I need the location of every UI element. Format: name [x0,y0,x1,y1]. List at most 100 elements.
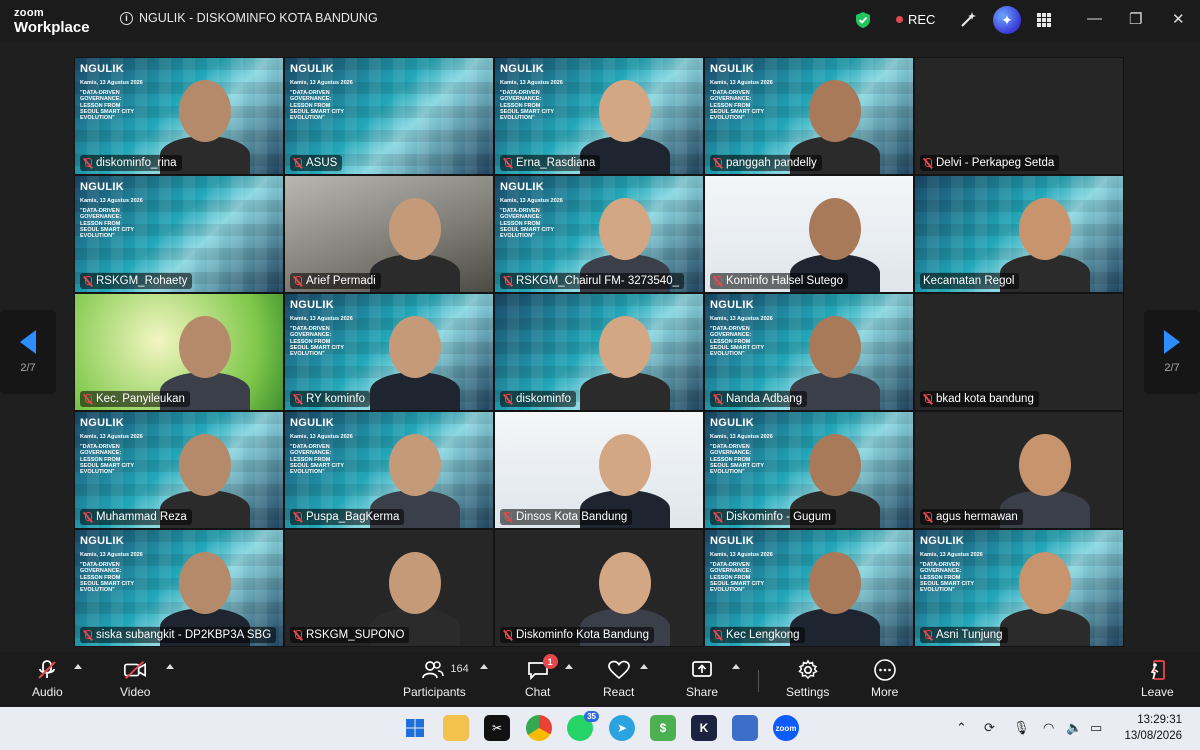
mic-muted-icon [293,511,302,523]
leave-label: Leave [1141,685,1174,699]
participant-tile[interactable]: NGULIK Kamis, 13 Agustus 2026 "DATA-DRIVEN… [704,57,914,175]
slide-brand: NGULIK [710,535,754,547]
participant-tile[interactable]: NGULIK Kamis, 13 Agustus 2026 "DATA-DRIVEN… [284,411,494,529]
participant-tile[interactable]: NGULIK Kamis, 13 Agustus 2026 "DATA-DRIVEN… [914,529,1124,647]
leave-button[interactable]: Leave [1141,659,1174,699]
participants-options-caret-icon[interactable] [480,664,488,669]
slide-topic: "DATA-DRIVEN GOVERNANCE: LESSON FROM SEO… [80,561,134,594]
participant-tile[interactable]: Arief Permadi [284,175,494,293]
previous-page-button[interactable]: 2/7 [0,310,56,394]
share-options-caret-icon[interactable] [732,664,740,669]
presentation-slide-text: NGULIK Kamis, 13 Agustus 2026 "DATA-DRIVEN… [290,417,353,476]
whatsapp-icon[interactable]: 35 [567,711,599,741]
participants-label: Participants [403,685,466,699]
participants-button[interactable]: 164 Participants [403,659,469,699]
mic-muted-icon [923,629,932,641]
participants-icon: 164 [404,659,469,681]
participant-tile[interactable]: NGULIK Kamis, 13 Agustus 2026 "DATA-DRIVEN… [74,57,284,175]
participant-name-label: RSKGM_Chairul FM- 3273540_ [500,273,684,289]
magic-wand-icon[interactable] [958,10,978,30]
participant-tile[interactable]: Kominfo Halsel Sutego [704,175,914,293]
clock[interactable]: 13:29:31 13/08/2026 [1124,713,1182,744]
kodi-app-icon[interactable]: K [691,715,717,741]
chat-button[interactable]: 1 Chat [525,654,558,699]
participant-tile[interactable]: RSKGM_SUPONO [284,529,494,647]
participant-tile[interactable]: Diskominfo Kota Bandung [494,529,704,647]
slide-topic: "DATA-DRIVEN GOVERNANCE: LESSON FROM SEO… [710,443,764,476]
mic-muted-icon [83,511,92,523]
shield-icon[interactable] [855,11,871,29]
react-button[interactable]: React [603,659,634,699]
spreadsheet-app-icon[interactable]: $ [650,715,676,741]
presentation-slide-text: NGULIK Kamis, 13 Agustus 2026 "DATA-DRIVEN… [710,417,773,476]
file-explorer-icon[interactable] [443,715,469,741]
mic-muted-icon [293,393,302,405]
slide-brand: NGULIK [290,63,334,75]
chat-options-caret-icon[interactable] [565,664,573,669]
mic-tray-icon[interactable]: 🎙 [1013,720,1030,736]
participant-tile[interactable]: bkad kota bandung [914,293,1124,411]
audio-button[interactable]: Audio [32,659,63,699]
close-icon[interactable]: ✕ [1172,10,1185,28]
zoom-taskbar-icon[interactable]: zoom [773,715,799,741]
react-options-caret-icon[interactable] [640,664,648,669]
minimize-icon[interactable]: — [1087,10,1102,27]
tray-chevron-up-icon[interactable]: ⌃ [956,720,967,736]
slide-topic: "DATA-DRIVEN GOVERNANCE: LESSON FROM SEO… [290,89,344,122]
restore-icon[interactable]: ❐ [1129,10,1142,28]
chrome-icon[interactable] [526,715,552,741]
participant-tile[interactable]: diskominfo [494,293,704,411]
participant-tile[interactable]: NGULIK Kamis, 13 Agustus 2026 "DATA-DRIVEN… [284,57,494,175]
mic-muted-icon [35,659,59,681]
participant-tile[interactable]: Dinsos Kota Bandung [494,411,704,529]
participant-tile[interactable]: NGULIK Kamis, 13 Agustus 2026 "DATA-DRIVEN… [74,411,284,529]
arrow-left-icon [20,330,36,354]
video-options-caret-icon[interactable] [166,664,174,669]
capcut-icon[interactable]: ✂ [484,715,510,741]
wifi-icon[interactable]: ◠ [1043,720,1054,736]
participant-video-face [809,198,861,260]
participant-tile[interactable]: NGULIK Kamis, 13 Agustus 2026 "DATA-DRIVEN… [494,175,704,293]
remote-desktop-icon[interactable] [732,715,758,741]
settings-label: Settings [786,685,830,699]
video-button[interactable]: Video [120,659,150,699]
share-button[interactable]: Share [686,659,718,699]
apps-grid-icon[interactable] [1037,13,1051,27]
participant-name: Kec Lengkong [726,629,800,641]
more-button[interactable]: More [871,659,898,699]
slide-topic: "DATA-DRIVEN GOVERNANCE: LESSON FROM SEO… [920,561,974,594]
whatsapp-badge: 35 [584,711,599,722]
participant-tile[interactable]: NGULIK Kamis, 13 Agustus 2026 "DATA-DRIVEN… [704,411,914,529]
participant-tile[interactable]: NGULIK Kamis, 13 Agustus 2026 "DATA-DRIVEN… [704,529,914,647]
recording-indicator[interactable]: REC [896,12,935,27]
participant-name-label: siska subangkit - DP2KBP3A SBG [80,627,277,643]
presentation-slide-text: NGULIK Kamis, 13 Agustus 2026 "DATA-DRIVEN… [80,417,143,476]
participant-tile[interactable]: agus hermawan [914,411,1124,529]
participant-tile[interactable]: NGULIK Kamis, 13 Agustus 2026 "DATA-DRIVEN… [284,293,494,411]
battery-icon[interactable]: ▭ [1090,720,1102,736]
windows-start-icon[interactable] [402,715,428,741]
participant-tile[interactable]: Delvi - Perkapeg Setda [914,57,1124,175]
settings-button[interactable]: Settings [786,659,829,699]
slide-date: Kamis, 13 Agustus 2026 [710,315,773,322]
participant-tile[interactable]: NGULIK Kamis, 13 Agustus 2026 "DATA-DRIVEN… [704,293,914,411]
volume-icon[interactable]: 🔈 [1066,720,1082,736]
participant-name-label: Kecamatan Regol [920,273,1020,289]
next-page-button[interactable]: 2/7 [1144,310,1200,394]
toolbar-divider [758,670,759,692]
audio-options-caret-icon[interactable] [74,664,82,669]
participant-tile[interactable]: Kec. Panyileukan [74,293,284,411]
participant-name: Kecamatan Regol [923,275,1015,287]
participant-tile[interactable]: NGULIK Kamis, 13 Agustus 2026 "DATA-DRIVEN… [74,529,284,647]
sync-icon[interactable]: ⟳ [984,720,995,736]
participant-tile[interactable]: NGULIK Kamis, 13 Agustus 2026 "DATA-DRIVEN… [74,175,284,293]
mic-muted-icon [713,275,722,287]
telegram-icon[interactable]: ➤ [609,715,635,741]
meeting-title[interactable]: i NGULIK - DISKOMINFO KOTA BANDUNG [120,11,378,25]
ai-companion-button[interactable]: ✦ [993,6,1021,34]
participant-tile[interactable]: Kecamatan Regol [914,175,1124,293]
participant-name-label: Diskominfo - Gugum [710,509,836,525]
participant-tile[interactable]: NGULIK Kamis, 13 Agustus 2026 "DATA-DRIVEN… [494,57,704,175]
participant-video-face [389,316,441,378]
info-icon[interactable]: i [120,11,133,25]
